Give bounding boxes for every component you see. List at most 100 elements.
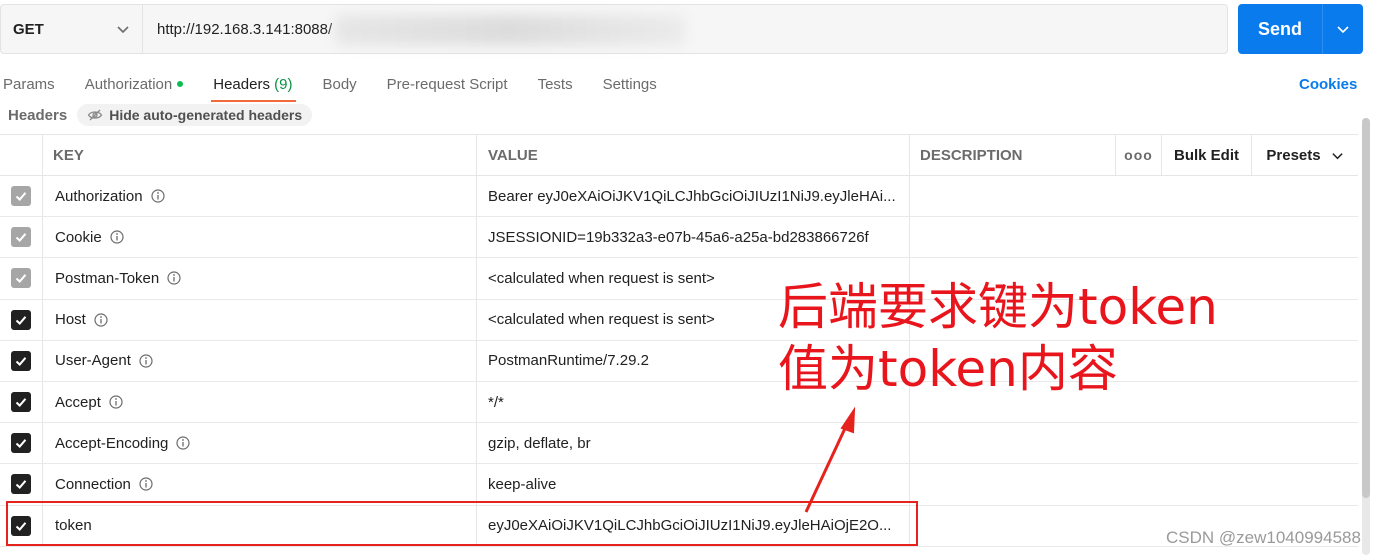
header-key: Authorization [55,187,143,205]
check-icon [14,313,28,327]
redacted-url-blur [335,15,685,45]
check-icon [14,271,28,285]
scrollbar[interactable] [1362,118,1370,555]
check-icon [14,477,28,491]
token-row-highlight [6,501,918,546]
tab-headers[interactable]: Headers (9) [211,70,297,102]
description-cell[interactable] [910,464,1358,504]
description-cell[interactable] [910,217,1358,257]
annotation-text: 后端要求键为token 值为token内容 [778,276,1218,400]
tab-tests[interactable]: Tests [538,70,573,102]
row-checkbox[interactable] [11,309,31,330]
check-icon [14,395,28,409]
info-icon[interactable] [139,477,153,492]
method-select[interactable]: GET [1,5,143,53]
method-label: GET [13,20,44,38]
info-icon[interactable] [94,313,108,327]
cookies-link[interactable]: Cookies [1299,76,1357,93]
eye-off-icon [87,109,103,121]
header-value: gzip, deflate, br [488,434,591,452]
headers-count: (9) [274,76,293,93]
check-icon [14,354,28,368]
row-checkbox[interactable] [11,350,31,371]
check-icon [14,230,28,244]
send-button[interactable]: Send [1238,4,1363,54]
request-tabs: Params Authorization Headers (9) Body Pr… [0,70,687,102]
row-checkbox[interactable] [11,433,31,454]
header-value: */* [488,393,504,411]
tab-params[interactable]: Params [0,70,55,102]
tab-body[interactable]: Body [322,70,356,102]
header-value: PostmanRuntime/7.29.2 [488,352,649,370]
scrollbar-thumb[interactable] [1362,118,1370,498]
more-options-button[interactable]: ooo [1116,135,1162,175]
url-input[interactable]: http://192.168.3.141:8088/ [143,5,1227,53]
annotation-arrow [804,406,856,513]
header-key: Connection [55,475,131,493]
value-cell[interactable]: Bearer eyJ0eXAiOiJKV1QiLCJhbGciOiJIUzI1N… [477,176,910,217]
info-icon[interactable] [150,189,165,203]
header-value: Bearer eyJ0eXAiOiJKV1QiLCJhbGciOiJIUzI1N… [488,187,896,205]
key-cell[interactable]: Accept-Encoding [43,423,477,464]
info-icon[interactable] [109,395,123,409]
url-text: http://192.168.3.141:8088/ [157,20,333,38]
table-row: Cookie JSESSIONID=19b332a3-e07b-45a6-a25a… [0,217,1358,259]
send-label: Send [1257,18,1302,39]
header-value: keep-alive [488,475,557,493]
authorization-status-dot [177,81,184,88]
table-row: Connection keep-alive [0,464,1358,506]
table-row: Authorization Bearer eyJ0eXAiOiJKV1QiLCJh… [0,176,1358,218]
key-cell[interactable]: Postman-Token [43,258,477,299]
key-cell[interactable]: Authorization [43,176,477,217]
annotation-line-1: 后端要求键为token [778,278,1218,336]
header-key: Host [55,311,86,329]
header-key: Accept-Encoding [55,434,169,452]
info-icon[interactable] [176,436,191,450]
key-cell[interactable]: Host [43,299,477,340]
value-cell[interactable]: JSESSIONID=19b332a3-e07b-45a6-a25a-bd283… [477,217,910,258]
key-cell[interactable]: Accept [43,381,477,423]
check-icon [14,189,28,203]
header-key: Postman-Token [55,269,160,287]
presets-dropdown[interactable]: Presets [1252,135,1358,175]
tab-authorization[interactable]: Authorization [85,70,184,102]
header-value: <calculated when request is sent> [488,311,715,329]
headers-subheader: Headers Hide auto-generated headers [8,104,313,126]
send-options-button[interactable] [1323,22,1363,36]
header-key: Cookie [55,228,102,246]
watermark: CSDN @zew1040994588 [1166,528,1361,547]
column-key: KEY [43,135,477,175]
chevron-down-icon [1331,152,1343,159]
row-checkbox[interactable] [11,186,31,207]
chevron-down-icon [1337,26,1349,34]
table-row: Accept-Encoding gzip, deflate, br [0,423,1358,465]
chevron-down-icon [117,26,129,34]
headers-section-title: Headers [8,106,68,124]
key-cell[interactable]: Cookie [43,217,477,258]
hide-auto-generated-headers-button[interactable]: Hide auto-generated headers [77,104,313,126]
header-value: JSESSIONID=19b332a3-e07b-45a6-a25a-bd283… [488,228,869,246]
tab-settings[interactable]: Settings [603,70,657,102]
info-icon[interactable] [167,271,181,286]
column-value: VALUE [477,135,910,175]
column-description: DESCRIPTION [910,135,1116,175]
info-icon[interactable] [139,354,153,368]
row-checkbox[interactable] [11,268,31,289]
check-icon [14,436,28,450]
header-key: User-Agent [55,352,131,370]
header-value: <calculated when request is sent> [488,269,715,287]
bulk-edit-button[interactable]: Bulk Edit [1162,135,1252,175]
table-header: KEY VALUE DESCRIPTION ooo Bulk Edit Pres… [0,134,1358,176]
tab-pre-request-script[interactable]: Pre-request Script [387,70,508,102]
description-cell[interactable] [910,423,1358,463]
key-cell[interactable]: User-Agent [43,340,477,381]
info-icon[interactable] [110,230,124,244]
key-cell[interactable]: Connection [43,464,477,505]
annotation-line-2: 值为token内容 [778,340,1118,398]
header-key: Accept [55,393,101,411]
row-checkbox[interactable] [11,227,31,248]
row-checkbox[interactable] [11,474,31,495]
row-checkbox[interactable] [11,392,31,413]
request-url-bar: GET http://192.168.3.141:8088/ [0,4,1228,54]
description-cell[interactable] [910,176,1358,216]
